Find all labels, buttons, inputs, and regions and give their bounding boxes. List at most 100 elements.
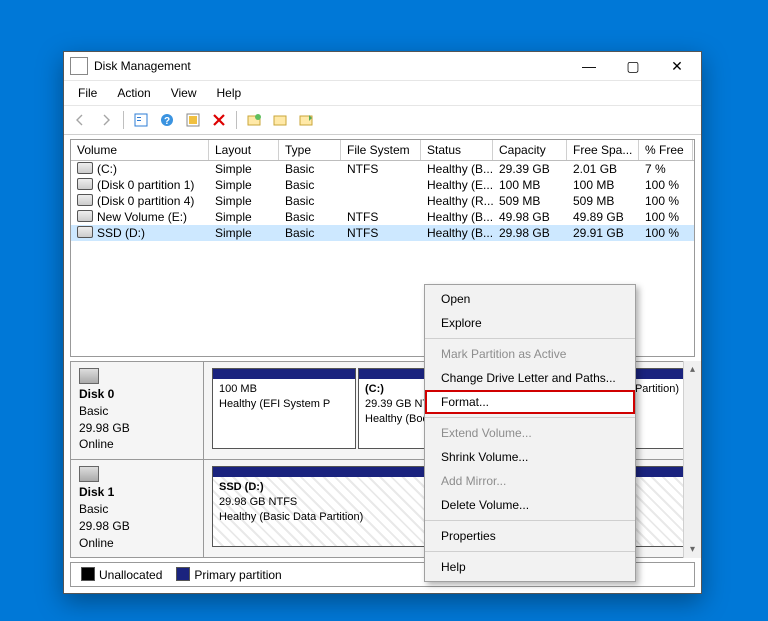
cell-free: 509 MB <box>567 193 639 209</box>
ctx-shrink[interactable]: Shrink Volume... <box>425 445 635 469</box>
cell-pct: 100 % <box>639 177 693 193</box>
toolbar: ? <box>64 106 701 135</box>
cell-text: NTFS <box>347 226 378 240</box>
cell-free: 29.91 GB <box>567 225 639 241</box>
scrollbar[interactable]: ▴ ▾ <box>683 361 701 558</box>
col-status[interactable]: Status <box>421 140 493 160</box>
col-type[interactable]: Type <box>279 140 341 160</box>
refresh-icon[interactable] <box>129 108 153 132</box>
cell-text: Basic <box>285 226 314 240</box>
app-icon <box>70 57 88 75</box>
cell-text: Simple <box>215 194 252 208</box>
maximize-button[interactable]: ▢ <box>611 52 655 80</box>
cell-text: Basic <box>285 194 314 208</box>
disk1-info: Disk 1 Basic 29.98 GB Online <box>71 460 204 557</box>
ctx-format[interactable]: Format... <box>425 390 635 414</box>
cell-status: Healthy (B... <box>421 161 493 177</box>
volume-row[interactable]: (C:)SimpleBasicNTFSHealthy (B...29.39 GB… <box>71 161 694 177</box>
ctx-help[interactable]: Help <box>425 555 635 579</box>
ctx-change-letter[interactable]: Change Drive Letter and Paths... <box>425 366 635 390</box>
toolbar-separator <box>236 111 237 129</box>
volume-row[interactable]: (Disk 0 partition 1) Simple Basic Healthy (… <box>71 177 694 193</box>
volume-icon <box>77 162 93 174</box>
cell-text: SSD (D:) <box>97 226 145 240</box>
cell-text: Basic <box>285 178 314 192</box>
context-menu: Open Explore Mark Partition as Active Ch… <box>424 284 636 582</box>
cell-type: Basic <box>279 209 341 225</box>
toolbar-separator <box>123 111 124 129</box>
cell-name: SSD (D:) <box>71 225 209 241</box>
cell-layout: Simple <box>209 177 279 193</box>
cell-text: Simple <box>215 178 252 192</box>
ctx-mark-active: Mark Partition as Active <box>425 342 635 366</box>
disk0-name: Disk 0 <box>79 387 114 401</box>
scroll-down-icon[interactable]: ▾ <box>684 541 701 558</box>
cell-text: 100 % <box>645 178 679 192</box>
cell-text: 509 MB <box>499 194 540 208</box>
legend-primary-label: Primary partition <box>194 568 281 582</box>
titlebar[interactable]: Disk Management — ▢ ✕ <box>64 52 701 81</box>
cell-type: Basic <box>279 225 341 241</box>
close-button[interactable]: ✕ <box>655 52 699 80</box>
volume-rows: (C:)SimpleBasicNTFSHealthy (B...29.39 GB… <box>71 161 694 241</box>
ctx-properties[interactable]: Properties <box>425 524 635 548</box>
volume-icon <box>77 194 93 206</box>
cell-name: (Disk 0 partition 1) <box>71 177 209 193</box>
cell-free: 2.01 GB <box>567 161 639 177</box>
cell-status: Healthy (B... <box>421 209 493 225</box>
menu-view[interactable]: View <box>163 83 205 103</box>
cell-text: 100 MB <box>573 178 614 192</box>
cell-name: New Volume (E:) <box>71 209 209 225</box>
col-layout[interactable]: Layout <box>209 140 279 160</box>
cell-free: 100 MB <box>567 177 639 193</box>
cell-cap: 509 MB <box>493 193 567 209</box>
cell-pct: 100 % <box>639 209 693 225</box>
cell-text: New Volume (E:) <box>97 210 187 224</box>
settings-icon[interactable] <box>181 108 205 132</box>
cell-text: 100 % <box>645 226 679 240</box>
volume-row[interactable]: (Disk 0 partition 4) Simple Basic Healthy (… <box>71 193 694 209</box>
minimize-button[interactable]: — <box>567 52 611 80</box>
cell-text: 29.91 GB <box>573 226 624 240</box>
col-freespace[interactable]: Free Spa... <box>567 140 639 160</box>
menu-help[interactable]: Help <box>209 83 250 103</box>
volume-row[interactable]: SSD (D:)SimpleBasicNTFSHealthy (B...29.9… <box>71 225 694 241</box>
cell-type: Basic <box>279 177 341 193</box>
scroll-up-icon[interactable]: ▴ <box>684 361 701 378</box>
col-volume[interactable]: Volume <box>71 140 209 160</box>
part-status: Healthy (EFI System P <box>219 397 349 412</box>
cell-free: 49.89 GB <box>567 209 639 225</box>
cell-status: Healthy (E... <box>421 177 493 193</box>
action1-icon[interactable] <box>242 108 266 132</box>
disk0-type: Basic <box>79 403 195 420</box>
menu-file[interactable]: File <box>70 83 105 103</box>
col-capacity[interactable]: Capacity <box>493 140 567 160</box>
partition-efi[interactable]: 100 MB Healthy (EFI System P <box>212 368 356 449</box>
disk1-name: Disk 1 <box>79 485 114 499</box>
menu-action[interactable]: Action <box>109 83 158 103</box>
ctx-delete[interactable]: Delete Volume... <box>425 493 635 517</box>
cell-type: Basic <box>279 193 341 209</box>
cell-cap: 29.98 GB <box>493 225 567 241</box>
cell-text: 29.98 GB <box>499 226 550 240</box>
cell-layout: Simple <box>209 225 279 241</box>
delete-icon[interactable] <box>207 108 231 132</box>
cell-fs <box>341 177 421 193</box>
cell-status: Healthy (R... <box>421 193 493 209</box>
action3-icon[interactable] <box>294 108 318 132</box>
action2-icon[interactable] <box>268 108 292 132</box>
volume-row[interactable]: New Volume (E:) SimpleBasicNTFS Healthy (B… <box>71 209 694 225</box>
ctx-open[interactable]: Open <box>425 287 635 311</box>
cell-text: 7 % <box>645 162 666 176</box>
cell-text: Healthy (B... <box>427 210 493 224</box>
help-icon[interactable]: ? <box>155 108 179 132</box>
disk1-type: Basic <box>79 501 195 518</box>
ctx-separator <box>425 417 635 418</box>
cell-layout: Simple <box>209 209 279 225</box>
cell-fs: NTFS <box>341 209 421 225</box>
cell-name: (Disk 0 partition 4) <box>71 193 209 209</box>
col-filesystem[interactable]: File System <box>341 140 421 160</box>
col-pctfree[interactable]: % Free <box>639 140 693 160</box>
ctx-separator <box>425 338 635 339</box>
ctx-explore[interactable]: Explore <box>425 311 635 335</box>
